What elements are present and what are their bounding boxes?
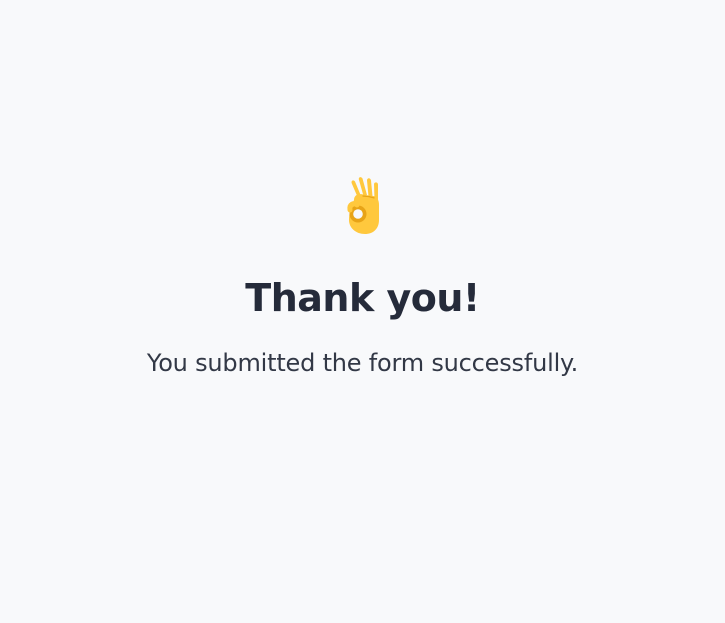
success-page: Thank you! You submitted the form succes… bbox=[0, 0, 725, 623]
ok-hand-icon bbox=[341, 176, 385, 236]
success-content: Thank you! You submitted the form succes… bbox=[0, 176, 725, 378]
success-message: You submitted the form successfully. bbox=[146, 349, 579, 377]
page-title: Thank you! bbox=[245, 276, 480, 320]
